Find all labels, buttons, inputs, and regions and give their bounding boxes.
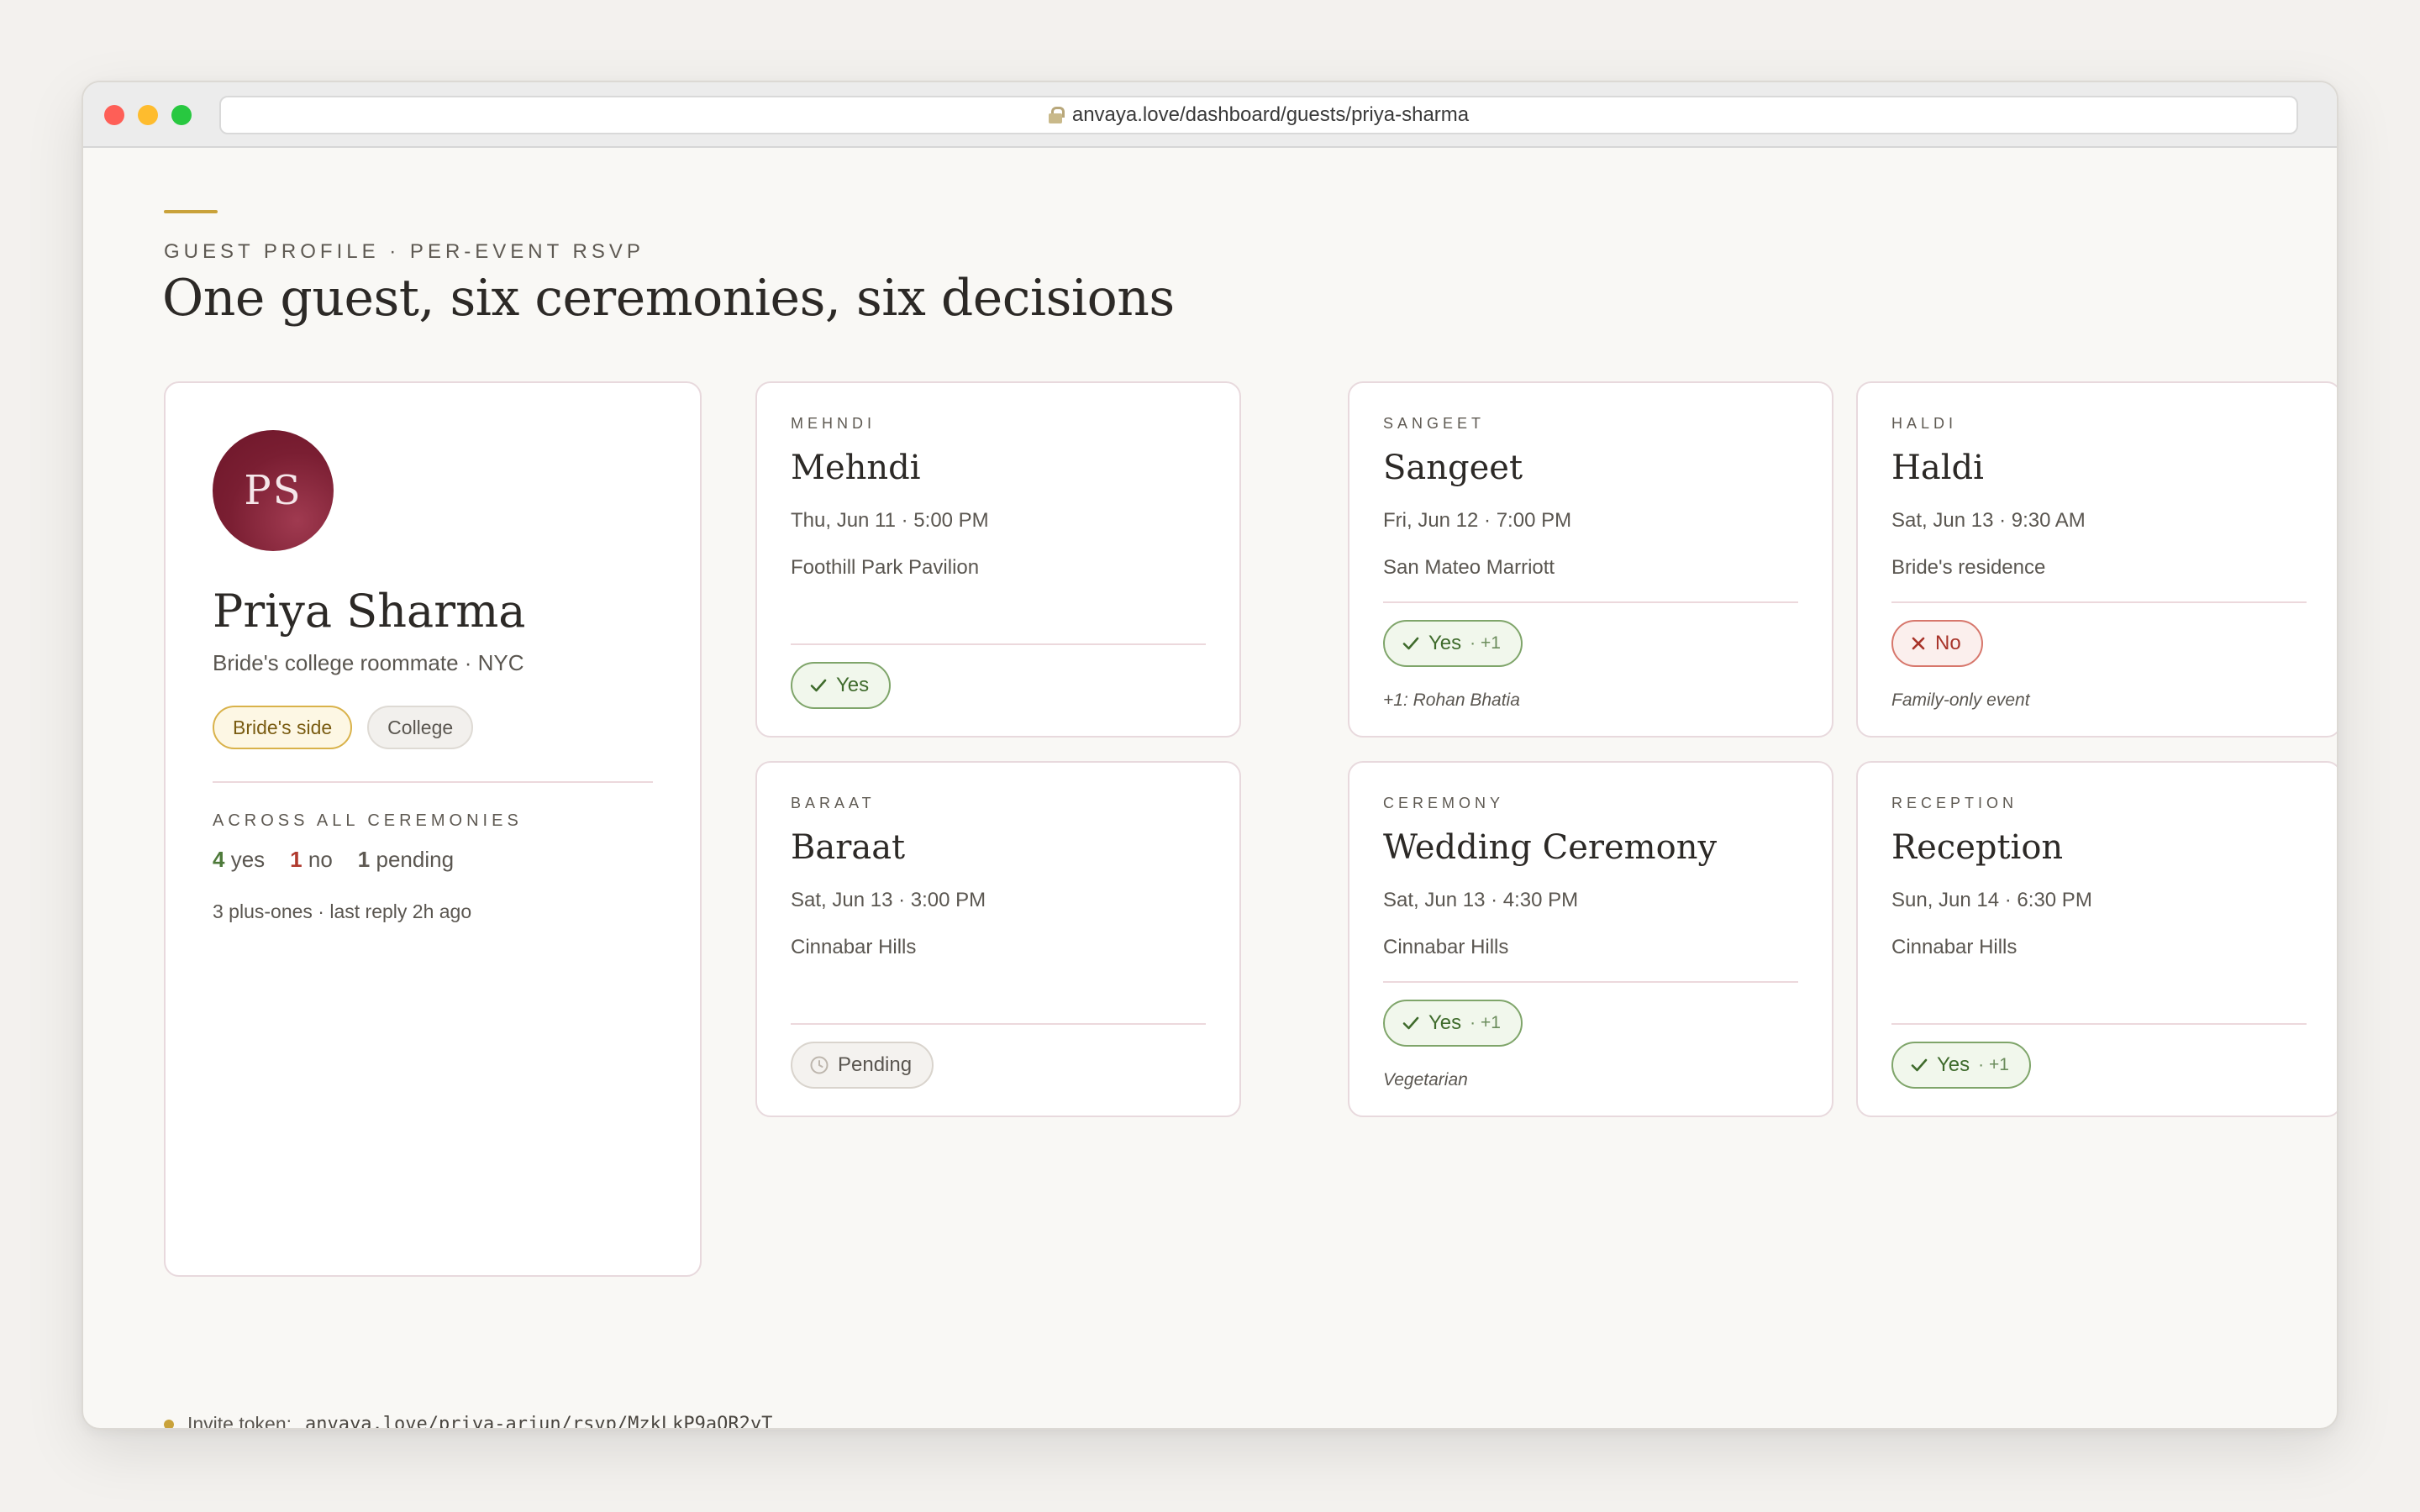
event-kicker: RECEPTION <box>1891 795 2018 811</box>
event-divider <box>1891 601 2307 603</box>
event-divider <box>1383 601 1798 603</box>
event-datetime: Sun, Jun 14 · 6:30 PM <box>1891 889 2092 911</box>
event-divider <box>791 1023 1206 1025</box>
guest-tags: Bride's side College <box>213 706 474 749</box>
event-title: Baraat <box>791 828 906 867</box>
event-title: Sangeet <box>1383 449 1523 487</box>
rsvp-summary: 4 yes 1 no 1 pending <box>213 847 454 873</box>
stats-footer: 3 plus-ones · last reply 2h ago <box>213 900 472 922</box>
rsvp-status-yes[interactable]: Yes · +1 <box>1383 620 1523 667</box>
tag-college[interactable]: College <box>367 706 474 749</box>
invite-token-link[interactable]: anvaya.love/priya-arjun/rsvp/MzkLkP9aQR2… <box>305 1414 772 1428</box>
pending-label: pending <box>376 847 455 872</box>
event-kicker: HALDI <box>1891 415 1958 432</box>
no-label: no <box>308 847 333 872</box>
event-note: +1: Rohan Bhatia <box>1383 690 1520 710</box>
yes-count: 4 <box>213 847 225 872</box>
check-icon <box>1402 1016 1419 1030</box>
no-count: 1 <box>290 847 302 872</box>
clock-icon <box>810 1056 829 1074</box>
event-card-wedding-ceremony[interactable]: CEREMONY Wedding Ceremony Sat, Jun 13 · … <box>1348 761 1833 1117</box>
rsvp-status-label: Yes <box>1937 1053 1970 1076</box>
event-divider <box>1383 981 1798 983</box>
event-title: Reception <box>1891 828 2064 867</box>
invite-token-label: Invite token: <box>187 1413 292 1430</box>
rsvp-status-pending[interactable]: Pending <box>791 1042 934 1089</box>
event-venue: Bride's residence <box>1891 556 2046 579</box>
no-count-summary: 1 no <box>290 847 333 873</box>
profile-divider <box>213 781 653 783</box>
accent-divider <box>164 210 218 213</box>
tag-brides-side[interactable]: Bride's side <box>213 706 353 749</box>
event-kicker: CEREMONY <box>1383 795 1505 811</box>
avatar: PS <box>213 430 334 551</box>
close-icon <box>1912 637 1925 650</box>
event-card-baraat[interactable]: BARAAT Baraat Sat, Jun 13 · 3:00 PM Cinn… <box>755 761 1241 1117</box>
event-venue: San Mateo Marriott <box>1383 556 1555 579</box>
check-icon <box>1402 637 1419 650</box>
address-bar[interactable]: anvaya.love/dashboard/guests/priya-sharm… <box>219 96 2298 134</box>
rsvp-status-label: Yes <box>1428 1011 1462 1034</box>
rsvp-status-label: No <box>1935 632 1961 654</box>
event-title: Haldi <box>1891 449 1984 487</box>
maximize-window-button[interactable] <box>171 105 192 125</box>
event-datetime: Sat, Jun 13 · 4:30 PM <box>1383 889 1579 911</box>
guest-description: Bride's college roommate · NYC <box>213 650 524 675</box>
rsvp-status-label: Pending <box>838 1053 913 1076</box>
event-datetime: Sat, Jun 13 · 3:00 PM <box>791 889 986 911</box>
yes-count-summary: 4 yes <box>213 847 265 873</box>
event-divider <box>1891 1023 2307 1025</box>
rsvp-status-no[interactable]: No <box>1891 620 1983 667</box>
pending-count: 1 <box>357 847 371 872</box>
lock-icon <box>1048 107 1065 123</box>
event-card-haldi[interactable]: HALDI Haldi Sat, Jun 13 · 9:30 AM Bride'… <box>1856 381 2337 738</box>
plus-one-badge: · +1 <box>1470 633 1501 653</box>
event-kicker: BARAAT <box>791 795 876 811</box>
event-card-sangeet[interactable]: SANGEET Sangeet Fri, Jun 12 · 7:00 PM Sa… <box>1348 381 1833 738</box>
event-divider <box>791 643 1206 645</box>
page-title: One guest, six ceremonies, six decisions <box>162 269 1175 328</box>
event-note: Vegetarian <box>1383 1070 1468 1089</box>
guest-name: Priya Sharma <box>213 585 526 638</box>
event-card-reception[interactable]: RECEPTION Reception Sun, Jun 14 · 6:30 P… <box>1856 761 2337 1117</box>
browser-window: anvaya.love/dashboard/guests/priya-sharm… <box>82 81 2338 1430</box>
event-title: Wedding Ceremony <box>1383 828 1718 867</box>
event-kicker: MEHNDI <box>791 415 876 432</box>
check-icon <box>1911 1058 1928 1072</box>
plus-one-badge: · +1 <box>1978 1055 2009 1074</box>
rsvp-status-label: Yes <box>1428 632 1462 654</box>
event-title: Mehndi <box>791 449 921 487</box>
yes-label: yes <box>230 847 266 872</box>
check-icon <box>810 679 827 692</box>
stats-label: ACROSS ALL CEREMONIES <box>213 811 523 830</box>
event-card-mehndi[interactable]: MEHNDI Mehndi Thu, Jun 11 · 5:00 PM Foot… <box>755 381 1241 738</box>
page-eyebrow: GUEST PROFILE · PER-EVENT RSVP <box>164 240 644 263</box>
minimize-window-button[interactable] <box>138 105 158 125</box>
event-note: Family-only event <box>1891 690 2030 710</box>
event-venue: Foothill Park Pavilion <box>791 556 980 579</box>
event-datetime: Fri, Jun 12 · 7:00 PM <box>1383 509 1572 532</box>
invite-token-row: Invite token: anvaya.love/priya-arjun/rs… <box>164 1413 772 1430</box>
rsvp-status-yes[interactable]: Yes · +1 <box>1891 1042 2031 1089</box>
rsvp-status-label: Yes <box>836 674 870 696</box>
plus-one-badge: · +1 <box>1470 1013 1501 1032</box>
event-venue: Cinnabar Hills <box>1383 936 1509 958</box>
close-window-button[interactable] <box>104 105 124 125</box>
event-kicker: SANGEET <box>1383 415 1486 432</box>
bullet-dot <box>164 1419 174 1428</box>
rsvp-status-yes[interactable]: Yes <box>791 662 892 709</box>
event-datetime: Thu, Jun 11 · 5:00 PM <box>791 509 989 532</box>
url-text: anvaya.love/dashboard/guests/priya-sharm… <box>1071 103 1470 126</box>
guest-profile-card: PS Priya Sharma Bride's college roommate… <box>164 381 702 1277</box>
rsvp-status-yes[interactable]: Yes · +1 <box>1383 1000 1523 1047</box>
page-content: GUEST PROFILE · PER-EVENT RSVP One guest… <box>83 150 2337 1428</box>
pending-count-summary: 1 pending <box>358 847 454 873</box>
event-venue: Cinnabar Hills <box>791 936 917 958</box>
event-datetime: Sat, Jun 13 · 9:30 AM <box>1891 509 2086 532</box>
browser-titlebar: anvaya.love/dashboard/guests/priya-sharm… <box>83 82 2337 148</box>
event-venue: Cinnabar Hills <box>1891 936 2018 958</box>
